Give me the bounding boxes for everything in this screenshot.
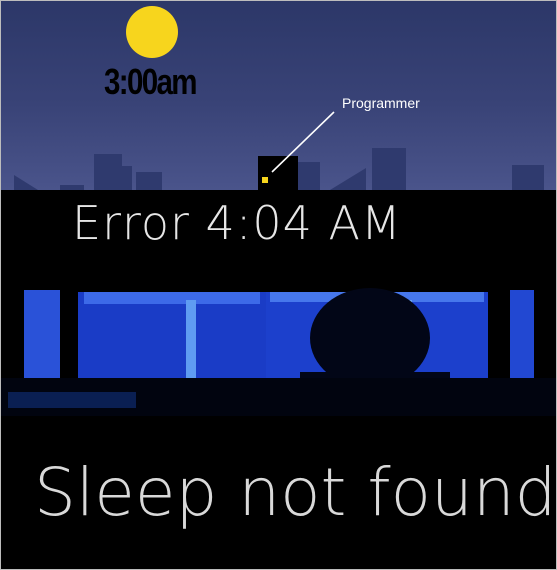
building <box>258 156 298 190</box>
meme-image: 3:00am Programmer Error 4:04 AM Sleep no… <box>0 0 557 570</box>
building <box>298 162 320 190</box>
monitor-screen <box>78 292 266 378</box>
night-sky-panel: 3:00am Programmer <box>0 0 557 190</box>
monitor-glare <box>84 292 260 304</box>
sleep-caption: Sleep not found <box>34 454 557 531</box>
building <box>122 166 132 190</box>
monitor-scene <box>0 286 557 416</box>
programmer-label: Programmer <box>342 95 420 111</box>
monitor-screen <box>510 290 534 378</box>
building <box>94 154 122 190</box>
city-skyline <box>14 111 544 190</box>
building <box>14 175 38 190</box>
lit-window <box>262 177 268 183</box>
error-title: Error 4:04 AM <box>72 196 402 250</box>
keyboard-glow <box>8 392 136 408</box>
building <box>136 172 162 190</box>
building <box>60 185 84 190</box>
monitor-screen <box>186 300 196 378</box>
building <box>372 148 406 190</box>
building <box>330 168 366 190</box>
building <box>512 165 544 190</box>
monitor-screen <box>24 290 60 378</box>
